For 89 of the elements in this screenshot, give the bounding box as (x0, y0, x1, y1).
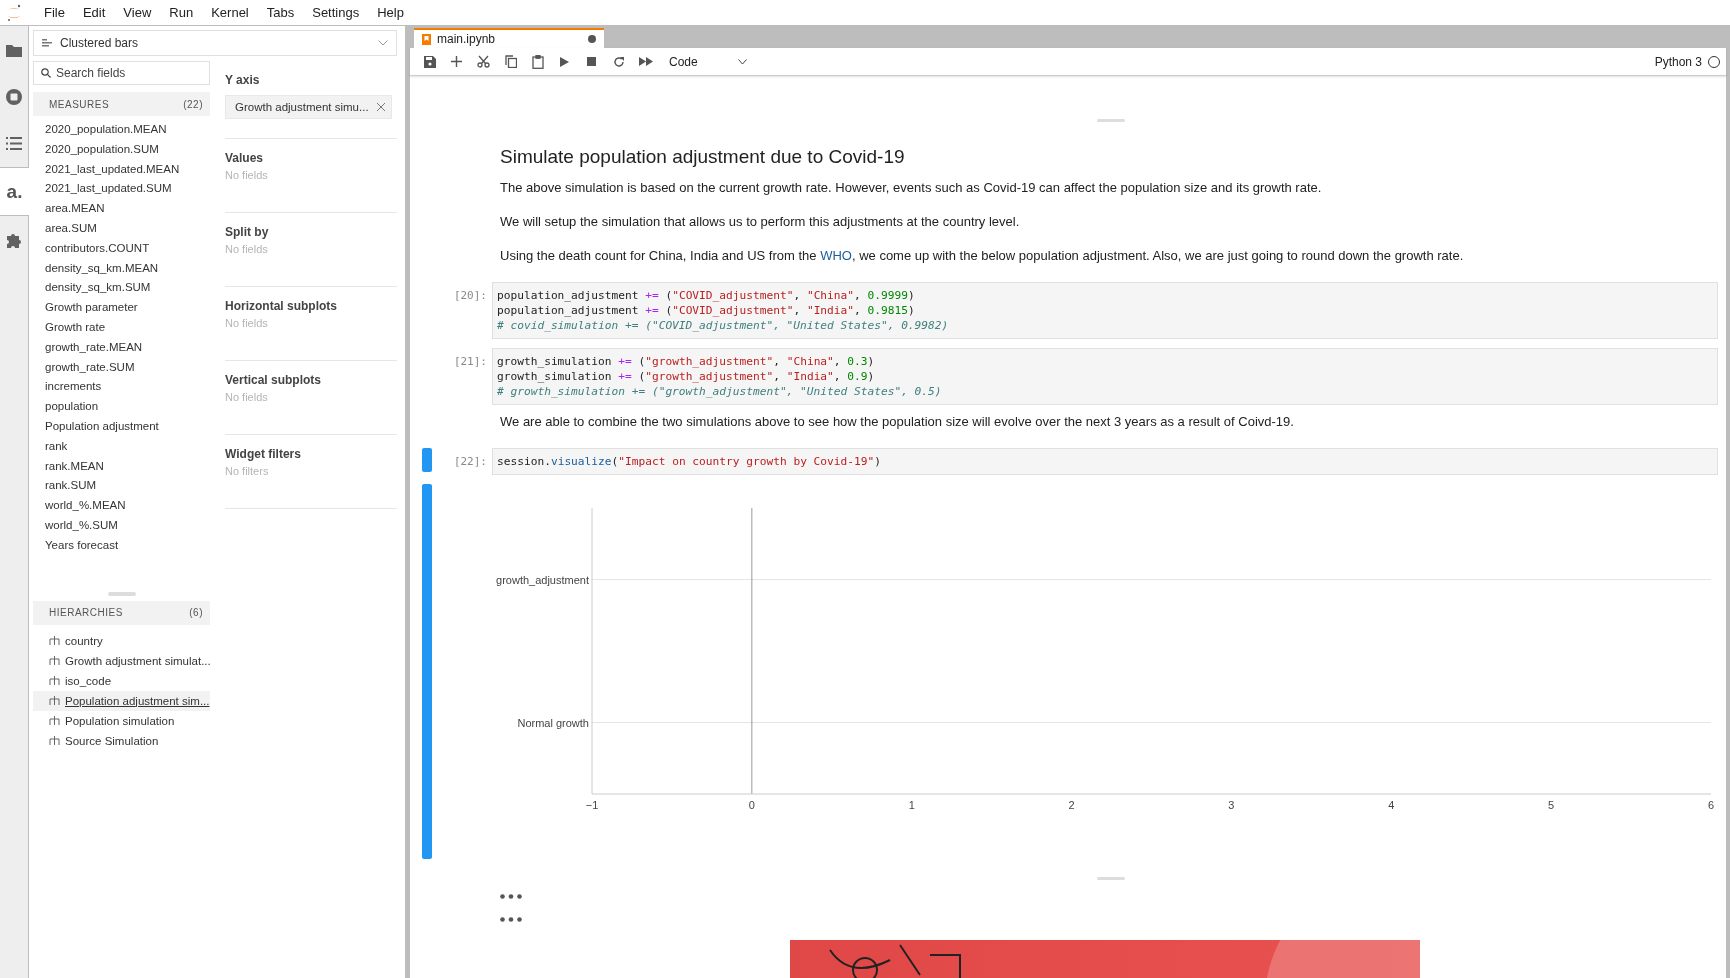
menu-item[interactable]: File (36, 2, 73, 23)
field-chip[interactable]: Growth adjustment simu... (225, 95, 392, 119)
code-line: population_adjustment += ("COVID_adjustment", "China", 0.9999) (497, 288, 915, 303)
category-label: growth_adjustment (496, 573, 589, 586)
section-title: HIERARCHIES (49, 607, 123, 619)
code-line: # covid_simulation += ("COVID_adjustment", "United States", 0.9982) (497, 318, 949, 333)
measure-item[interactable]: Population adjustment (33, 416, 210, 437)
tick-label: 2 (1068, 799, 1075, 811)
code-cell[interactable]: population_adjustment += ("COVID_adjustment", "China", 0.9999) population_adjustment += ("COVID_adjustment", "India", 0.9815) # covid_simulation += ("COVID_adjustment", "United States", 0.9982) (492, 282, 1718, 339)
hierarchy-item[interactable]: Population adjustment sim... (33, 690, 210, 711)
code-line: population_adjustment += ("COVID_adjustment", "India", 0.9815) (497, 303, 915, 318)
section-title: Vertical subplots (225, 373, 322, 387)
section-title: Y axis (225, 73, 260, 87)
hierarchy-item[interactable]: Growth adjustment simulat... (33, 650, 210, 671)
sidebar-tab[interactable]: a. (0, 167, 29, 216)
tick-label: 5 (1548, 799, 1555, 811)
measure-item[interactable]: world_%.SUM (33, 515, 210, 536)
paragraph: Using the death count for China, India and US from the WHO, we come up with the below population adjustment. Also, we are just going to round down the growth rate. (500, 248, 1465, 264)
measure-item[interactable]: density_sq_km.MEAN (33, 258, 210, 279)
empty-hint: No fields (225, 169, 269, 181)
measure-item[interactable]: rank.MEAN (33, 456, 210, 477)
hierarchy-item[interactable]: country (33, 630, 210, 651)
measure-item[interactable]: population (33, 397, 210, 417)
measure-item[interactable]: area.MEAN (33, 199, 210, 219)
execution-count: [22]: (452, 454, 488, 470)
measure-item[interactable]: 2020_population.SUM (33, 139, 210, 160)
tick-label: 0 (748, 799, 755, 811)
measure-item[interactable]: rank (33, 436, 210, 457)
section-title: Widget filters (225, 447, 301, 461)
measure-item[interactable]: growth_rate.SUM (33, 357, 210, 378)
empty-hint: No fields (225, 317, 269, 329)
measure-item[interactable]: 2021_last_updated.MEAN (33, 159, 210, 180)
measure-item[interactable]: increments (33, 377, 210, 398)
measure-item[interactable]: world_%.MEAN (33, 496, 210, 516)
measure-item[interactable]: area.SUM (33, 219, 210, 239)
code-cell[interactable]: growth_simulation += ("growth_adjustment", "China", 0.3) growth_simulation += ("growth_adjustment", "India", 0.9) # growth_simulation += ("growth_adjustment", "United States", 0.5) (492, 348, 1718, 405)
section-title: Horizontal subplots (225, 299, 337, 313)
section-title: Split by (225, 225, 269, 239)
cell-type-dropdown[interactable]: Code (669, 54, 747, 69)
measure-item[interactable]: contributors.COUNT (33, 238, 210, 259)
measure-item[interactable]: 2021_last_updated.SUM (33, 179, 210, 200)
measure-item[interactable]: Years forecast (33, 535, 210, 556)
tick-label: 4 (1388, 799, 1395, 811)
menu-item[interactable]: Settings (304, 2, 368, 23)
code-line: growth_simulation += ("growth_adjustment", "China", 0.3) (497, 354, 875, 369)
paragraph: We will setup the simulation that allows us to perform this adjustments at the country level. (500, 214, 1021, 230)
menu-item[interactable]: Edit (74, 2, 114, 23)
search-field[interactable]: Search fields (33, 61, 210, 85)
chart-type-dropdown[interactable]: Clustered bars (33, 30, 397, 56)
empty-hint: No filters (225, 465, 270, 477)
measure-item[interactable]: growth_rate.MEAN (33, 337, 210, 358)
tick-label: −1 (585, 799, 599, 811)
who-link[interactable]: WHO (820, 248, 852, 263)
code-line: session.visualize("Impact on country growth by Covid-19") (497, 454, 881, 469)
menu-item[interactable]: Run (161, 2, 202, 23)
tick-label: 6 (1707, 799, 1715, 811)
menu-item[interactable]: Tabs (258, 2, 303, 23)
notebook-tab[interactable]: main.ipynb (414, 28, 604, 48)
section-title: MEASURES (49, 98, 110, 110)
execution-count: [21]: (452, 354, 488, 370)
paragraph: We are able to combine the two simulations above to see how the population size will evolve over the next 3 years as a result of Coivd-19. (500, 414, 1295, 430)
menu-item[interactable]: Kernel (203, 2, 257, 23)
code-line: growth_simulation += ("growth_adjustment", "India", 0.9) (497, 369, 875, 384)
section-title: Values (225, 151, 264, 165)
measure-item[interactable]: Growth rate (33, 317, 210, 338)
category-label: Normal growth (517, 716, 589, 729)
kernel-name[interactable]: Python 3 (1654, 54, 1702, 69)
menu-item[interactable]: Help (369, 2, 412, 23)
hierarchies-header[interactable]: HIERARCHIES (6) (33, 600, 210, 625)
execution-count: [20]: (452, 288, 488, 304)
menu-item[interactable]: View (115, 2, 160, 23)
count: (22) (183, 98, 203, 110)
measure-item[interactable]: 2020_population.MEAN (33, 120, 210, 140)
tick-label: 1 (908, 799, 915, 811)
tick-label: 3 (1228, 799, 1235, 811)
measure-item[interactable]: rank.SUM (33, 476, 210, 497)
code-cell[interactable]: session.visualize("Impact on country growth by Covid-19") (492, 448, 1718, 475)
section-heading: Simulate population adjustment due to Covid-19 (500, 146, 906, 168)
measures-header[interactable]: MEASURES (22) (33, 92, 210, 116)
count: (6) (189, 607, 203, 619)
code-line: # growth_simulation += ("growth_adjustment", "United States", 0.5) (497, 384, 942, 399)
measure-item[interactable]: Growth parameter (33, 298, 210, 318)
empty-hint: No fields (225, 391, 269, 403)
paragraph: The above simulation is based on the current growth rate. However, events such as Covid-19 can affect the population size and its growth rate. (500, 180, 1323, 196)
hierarchy-item[interactable]: iso_code (33, 670, 210, 691)
hierarchy-item[interactable]: Population simulation (33, 710, 210, 731)
measure-item[interactable]: density_sq_km.SUM (33, 278, 210, 299)
hierarchy-item[interactable]: Source Simulation (33, 730, 210, 751)
empty-hint: No fields (225, 243, 269, 255)
